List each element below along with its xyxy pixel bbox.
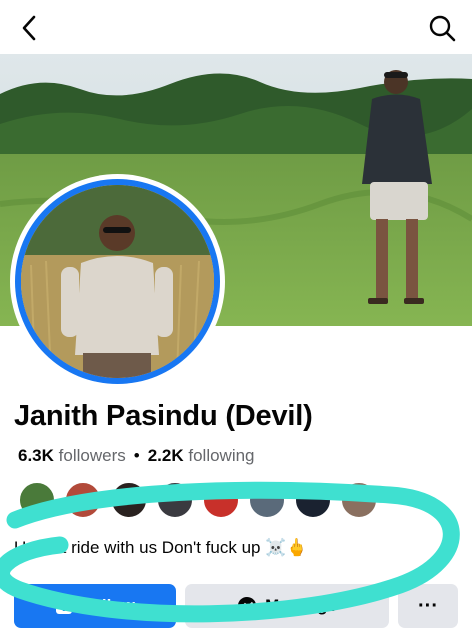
story-ring	[15, 179, 220, 384]
friend-avatar	[110, 481, 148, 519]
friend-avatar	[64, 481, 102, 519]
search-icon	[429, 15, 456, 42]
add-friend-icon	[55, 597, 73, 615]
friend-avatar	[248, 481, 286, 519]
top-bar	[0, 0, 472, 54]
back-button[interactable]	[14, 12, 46, 44]
messenger-icon	[237, 596, 257, 616]
more-options-button[interactable]: ···	[398, 584, 458, 628]
friend-avatar	[340, 481, 378, 519]
followers-label: followers	[58, 446, 126, 465]
followers-link[interactable]: 6.3K followers	[18, 446, 126, 465]
more-label: ···	[418, 594, 438, 617]
follow-label: Follow	[81, 596, 135, 615]
friend-avatar	[18, 481, 56, 519]
friend-avatar	[202, 481, 240, 519]
separator-dot: •	[133, 446, 140, 465]
avatar	[21, 185, 214, 378]
message-button[interactable]: Message	[185, 584, 389, 628]
message-label: Message	[265, 596, 337, 615]
following-link[interactable]: 2.2K following	[148, 446, 255, 465]
follow-stats: 6.3K followers • 2.2K following	[18, 446, 255, 466]
following-label: following	[188, 446, 255, 465]
profile-bio: U can't ride with us Don't fuck up ☠️🖕	[14, 538, 308, 557]
friend-avatar	[294, 481, 332, 519]
search-button[interactable]	[426, 12, 458, 44]
chevron-left-icon	[22, 15, 36, 41]
friends-avatars[interactable]	[18, 481, 378, 521]
profile-name: Janith Pasindu (Devil)	[14, 400, 313, 432]
followers-count: 6.3K	[18, 446, 54, 465]
profile-picture[interactable]	[10, 174, 225, 389]
following-count: 2.2K	[147, 446, 184, 465]
friend-avatar	[156, 481, 194, 519]
follow-button[interactable]: Follow	[14, 584, 176, 628]
